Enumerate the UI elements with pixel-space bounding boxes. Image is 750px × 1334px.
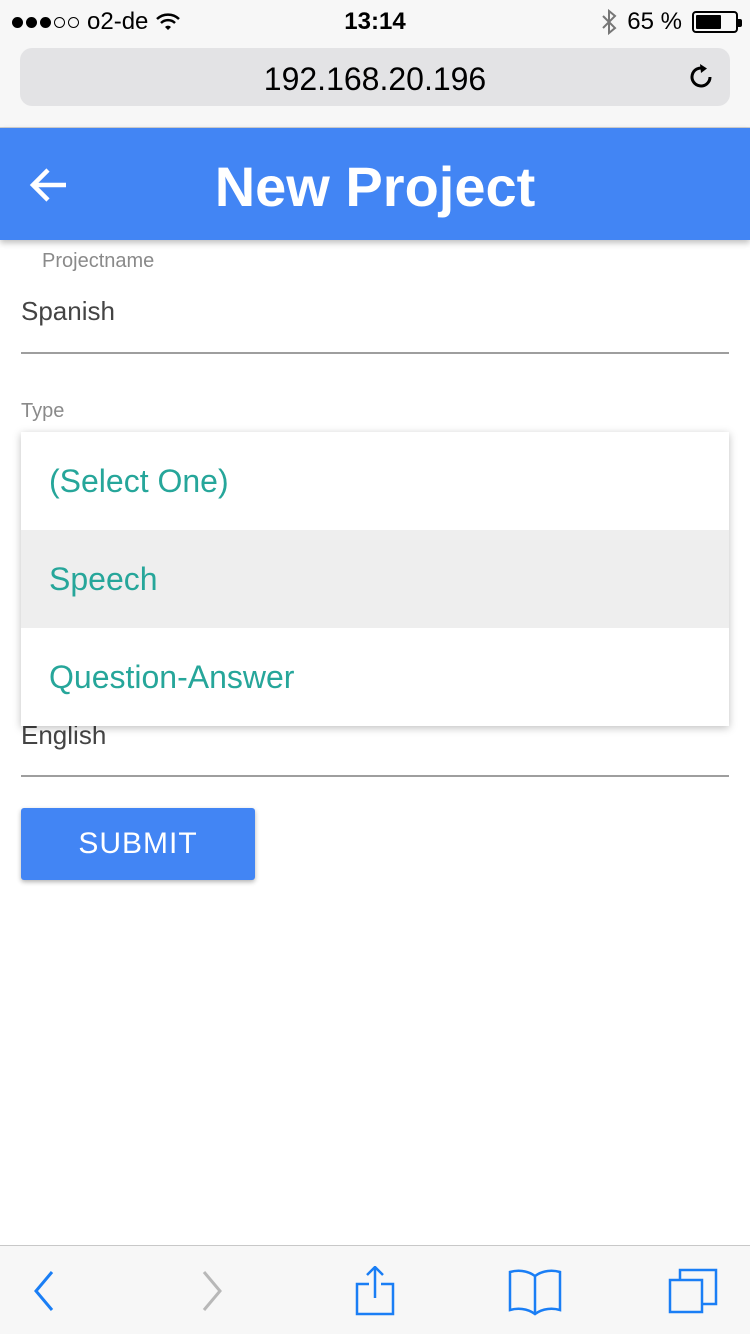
projectname-underline <box>21 352 729 354</box>
battery-icon <box>692 11 742 33</box>
language-underline <box>21 775 729 777</box>
type-label: Type <box>21 400 65 422</box>
forward-icon[interactable] <box>184 1266 240 1316</box>
battery-percent: 65 % <box>627 8 682 35</box>
submit-button[interactable]: SUBMIT <box>21 808 255 880</box>
address-bar[interactable]: 192.168.20.196 <box>20 48 730 106</box>
back-icon[interactable] <box>18 1266 74 1316</box>
bookmarks-icon[interactable] <box>507 1266 563 1316</box>
projectname-input[interactable]: Spanish <box>21 296 115 327</box>
browser-url-area: 192.168.20.196 <box>0 40 750 128</box>
share-icon[interactable] <box>347 1266 403 1316</box>
tabs-icon[interactable] <box>666 1266 722 1316</box>
dropdown-option[interactable]: Speech <box>21 530 729 628</box>
page-title: New Project <box>214 155 536 218</box>
browser-toolbar <box>0 1245 750 1334</box>
reload-icon[interactable] <box>686 62 716 92</box>
url-text: 192.168.20.196 <box>263 61 487 97</box>
battery-fill <box>696 15 721 29</box>
type-dropdown-menu: (Select One) Speech Question-Answer <box>21 432 729 726</box>
app-bar: New Project <box>0 128 750 240</box>
bluetooth-icon <box>602 9 617 35</box>
status-bar: o2-de 13:14 65 % <box>0 0 750 40</box>
dropdown-option[interactable]: (Select One) <box>21 432 729 530</box>
status-right: 65 % <box>601 8 742 36</box>
projectname-label: Projectname <box>42 250 155 272</box>
dropdown-option[interactable]: Question-Answer <box>21 628 729 726</box>
